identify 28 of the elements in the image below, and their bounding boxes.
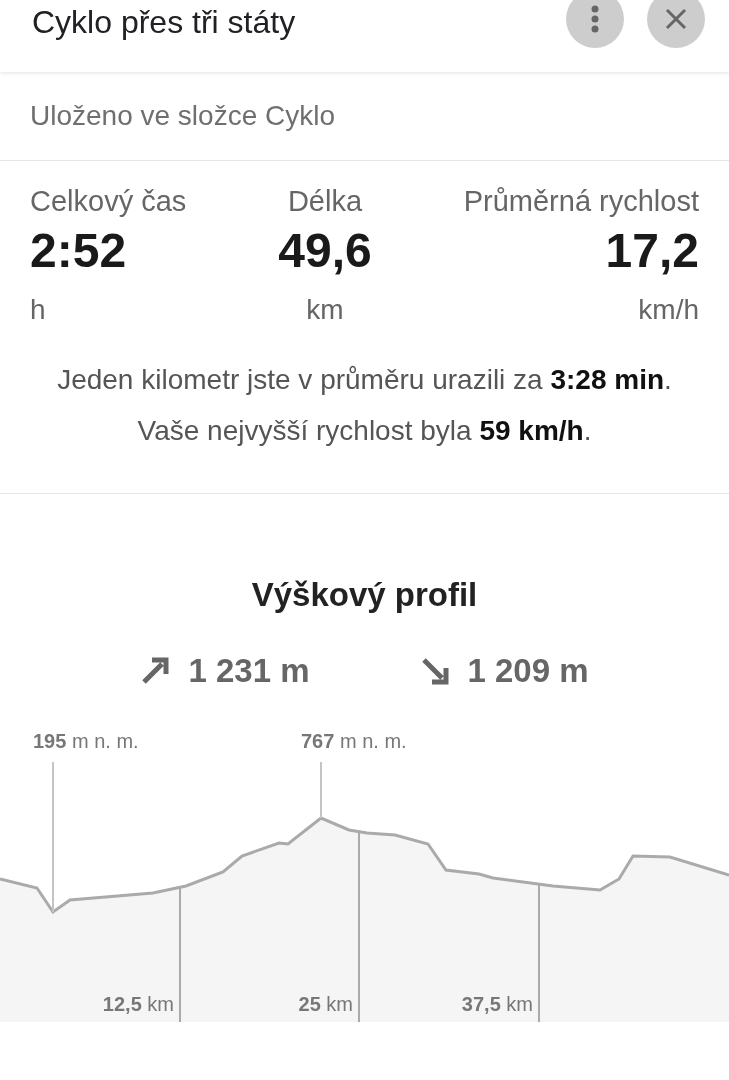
- arrow-down-right-icon: [419, 656, 450, 686]
- more-button[interactable]: [566, 0, 624, 48]
- elevation-label: 767 m n. m.: [301, 730, 407, 753]
- more-icon: [591, 5, 599, 33]
- stat-unit: km/h: [638, 293, 699, 327]
- close-button[interactable]: [647, 0, 705, 48]
- elevation-label: 195 m n. m.: [33, 730, 139, 753]
- arrow-up-right-icon: [140, 656, 171, 686]
- summary-text: Jeden kilometr jste v průměru urazili za 3:28 min.: [56, 363, 673, 397]
- stat-unit: km: [306, 293, 344, 327]
- stat-value: 17,2: [605, 223, 699, 279]
- section-title: Výškový profil: [250, 576, 479, 614]
- route-title: Cyklo přes tři státy: [32, 3, 296, 42]
- stat-value: 49,6: [278, 223, 372, 279]
- summary-text: Vaše nejvyšší rychlost byla 59 km/h.: [136, 414, 593, 448]
- distance-label: 12,5 km: [102, 993, 174, 1016]
- ascent-value: 1 231 m: [188, 652, 310, 690]
- close-icon: [665, 8, 687, 30]
- distance-label: 25 km: [298, 993, 353, 1016]
- distance-label: 37,5 km: [461, 993, 533, 1016]
- folder-label: Uloženo ve složce Cyklo: [0, 72, 729, 161]
- leader-line: [320, 761, 322, 819]
- stat-value: 2:52: [30, 223, 128, 279]
- stat-label: Celkový čas: [30, 184, 187, 219]
- stat-unit: h: [30, 293, 47, 327]
- stat-label: Průměrná rychlost: [463, 184, 699, 219]
- descent-value: 1 209 m: [467, 652, 589, 690]
- stat-label: Délka: [287, 184, 363, 219]
